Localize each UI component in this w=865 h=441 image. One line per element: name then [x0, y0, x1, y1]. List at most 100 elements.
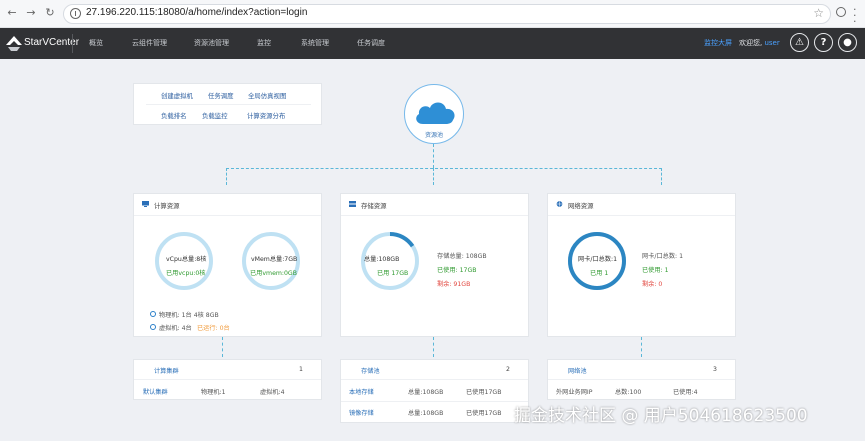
monitor-big-screen-link[interactable]: 监控大屏 [704, 38, 732, 48]
vmem-used: 已用vmem:0GB [250, 270, 297, 277]
vm-radio[interactable] [150, 324, 156, 330]
resource-pool-node[interactable]: 资源池 [404, 84, 464, 144]
panel-divider [134, 215, 321, 216]
profile-icon[interactable] [836, 7, 846, 17]
network-used: 已使用: 1 [642, 267, 669, 274]
connector-storage-table [433, 337, 434, 357]
url-text[interactable]: 27.196.220.115:18080/a/home/index?action… [86, 7, 307, 18]
starvcenter-logo-icon[interactable] [4, 33, 24, 53]
physical-machines: 物理机: 1台 4核 8GB [159, 312, 219, 319]
row-divider [341, 401, 528, 402]
watermark-text: 掘金技术社区 @ 用户504618623500 [514, 406, 808, 426]
help-icon[interactable]: ? [814, 33, 833, 52]
storage-icon [349, 201, 356, 207]
vcpu-used: 已用vcpu:0核 [166, 270, 206, 277]
warning-icon[interactable]: ⚠ [790, 33, 809, 52]
image-storage-link[interactable]: 镜像存储 [349, 408, 374, 417]
panel-divider [548, 215, 735, 216]
vcpu-total: vCpu总量:8核 [166, 256, 207, 263]
forward-arrow-icon[interactable]: → [25, 7, 37, 19]
welcome-text: 欢迎您, user [739, 38, 780, 48]
connector-network-table [641, 337, 642, 357]
compute-cluster-title[interactable]: 计算集群 [154, 366, 179, 375]
ip-pool-total: 总数:100 [615, 389, 642, 396]
ip-pool-used: 已使用:4 [673, 389, 698, 396]
username[interactable]: user [764, 39, 779, 47]
welcome-label: 欢迎您, [739, 39, 763, 47]
resource-pool-label: 资源池 [424, 132, 443, 139]
connector-trunk [433, 144, 434, 168]
storage-remaining: 剩余: 91GB [437, 281, 471, 288]
network-remaining: 剩余: 0 [642, 281, 663, 288]
compute-resources-panel: 计算资源 vCpu总量:8核 已用vcpu:0核 vMem总量:7GB 已用vm… [133, 193, 322, 337]
storage-used: 已使用: 17GB [437, 267, 477, 274]
nav-resource-pool[interactable]: 资源池管理 [194, 38, 229, 48]
panel-divider [341, 215, 528, 216]
network-ring-total: 网卡/口总数:1 [578, 256, 618, 263]
virtual-machines: 虚拟机: 4台 [159, 325, 192, 332]
storage-total: 存储总量: 108GB [437, 253, 487, 260]
connector-compute-table [222, 337, 223, 357]
network-panel-title: 网络资源 [568, 202, 594, 210]
compute-panel-title: 计算资源 [154, 202, 180, 210]
connector-horizontal [226, 168, 662, 169]
storage-pool-title[interactable]: 存储池 [361, 366, 380, 375]
user-icon[interactable]: ● [838, 33, 857, 52]
quick-menu-divider [146, 104, 311, 105]
task-schedule-link[interactable]: 任务调度 [208, 91, 234, 100]
external-ip-pool[interactable]: 外网业务网IP [556, 387, 593, 396]
compute-cluster-table: 计算集群 1 默认集群 物理机:1 虚拟机:4 [133, 359, 322, 400]
network-pool-table: 网络池 3 外网业务网IP 总数:100 已使用:4 [547, 359, 736, 400]
create-vm-link[interactable]: 创建虚拟机 [161, 91, 193, 100]
physical-radio[interactable] [150, 311, 156, 317]
connector-compute [226, 168, 227, 185]
brand-divider [72, 34, 73, 53]
compute-cluster-count: 1 [299, 366, 303, 373]
network-pool-title[interactable]: 网络池 [568, 366, 587, 375]
storage-ring-used: 已用 17GB [377, 270, 409, 277]
more-menu-icon[interactable]: ... [853, 1, 857, 24]
nav-task-scheduling[interactable]: 任务调度 [357, 38, 385, 48]
nav-monitoring[interactable]: 监控 [257, 38, 271, 48]
back-arrow-icon[interactable]: ← [6, 7, 18, 19]
global-sim-view-link[interactable]: 全局仿真视图 [248, 91, 286, 100]
vm-running: 已运行: 0台 [197, 325, 230, 332]
default-cluster-link[interactable]: 默认集群 [143, 387, 168, 396]
network-resources-panel: 网络资源 网卡/口总数:1 已用 1 网卡/口总数: 1 已使用: 1 剩余: … [547, 193, 736, 337]
cluster-vm-count: 虚拟机:4 [260, 389, 285, 396]
cluster-physical-count: 物理机:1 [201, 389, 226, 396]
app-header: StarVCenter 概览 云组件管理 资源池管理 监控 系统管理 任务调度 … [0, 28, 865, 59]
storage-pool-table: 存储池 2 本地存储 总量:108GB 已使用17GB 镜像存储 总量:108G… [340, 359, 529, 423]
monitor-icon [142, 201, 149, 207]
nav-system-management[interactable]: 系统管理 [301, 38, 329, 48]
storage-pool-count: 2 [506, 366, 510, 373]
quick-actions-panel: 创建虚拟机 任务调度 全局仿真视图 负载排名 负载监控 计算资源分布 [133, 83, 322, 125]
storage-ring-total: 总量:108GB [364, 256, 400, 263]
address-bar[interactable]: 27.196.220.115:18080/a/home/index?action… [63, 4, 831, 24]
browser-toolbar: ← → ↻ 27.196.220.115:18080/a/home/index?… [0, 0, 865, 28]
image-storage-total: 总量:108GB [408, 410, 444, 417]
network-ring-used: 已用 1 [590, 270, 609, 277]
site-info-icon[interactable] [70, 8, 81, 19]
connector-storage [433, 168, 434, 185]
compute-distribution-link[interactable]: 计算资源分布 [247, 111, 285, 120]
bookmark-star-icon[interactable]: ☆ [813, 6, 824, 20]
load-ranking-link[interactable]: 负载排名 [161, 111, 187, 120]
reload-icon[interactable]: ↻ [44, 7, 56, 19]
connector-network [661, 168, 662, 185]
network-pool-count: 3 [713, 366, 717, 373]
nav-cloud-components[interactable]: 云组件管理 [132, 38, 167, 48]
local-storage-total: 总量:108GB [408, 389, 444, 396]
storage-panel-title: 存储资源 [361, 202, 387, 210]
local-storage-used: 已使用17GB [466, 389, 502, 396]
network-icon [556, 201, 563, 207]
cloud-icon [416, 102, 455, 124]
network-total: 网卡/口总数: 1 [642, 253, 684, 260]
load-monitor-link[interactable]: 负载监控 [202, 111, 228, 120]
nav-overview[interactable]: 概览 [89, 38, 103, 48]
vmem-total: vMem总量:7GB [251, 256, 298, 263]
local-storage-link[interactable]: 本地存储 [349, 387, 374, 396]
storage-resources-panel: 存储资源 总量:108GB 已用 17GB 存储总量: 108GB 已使用: 1… [340, 193, 529, 337]
image-storage-used: 已使用17GB [466, 410, 502, 417]
brand-name[interactable]: StarVCenter [24, 37, 79, 48]
